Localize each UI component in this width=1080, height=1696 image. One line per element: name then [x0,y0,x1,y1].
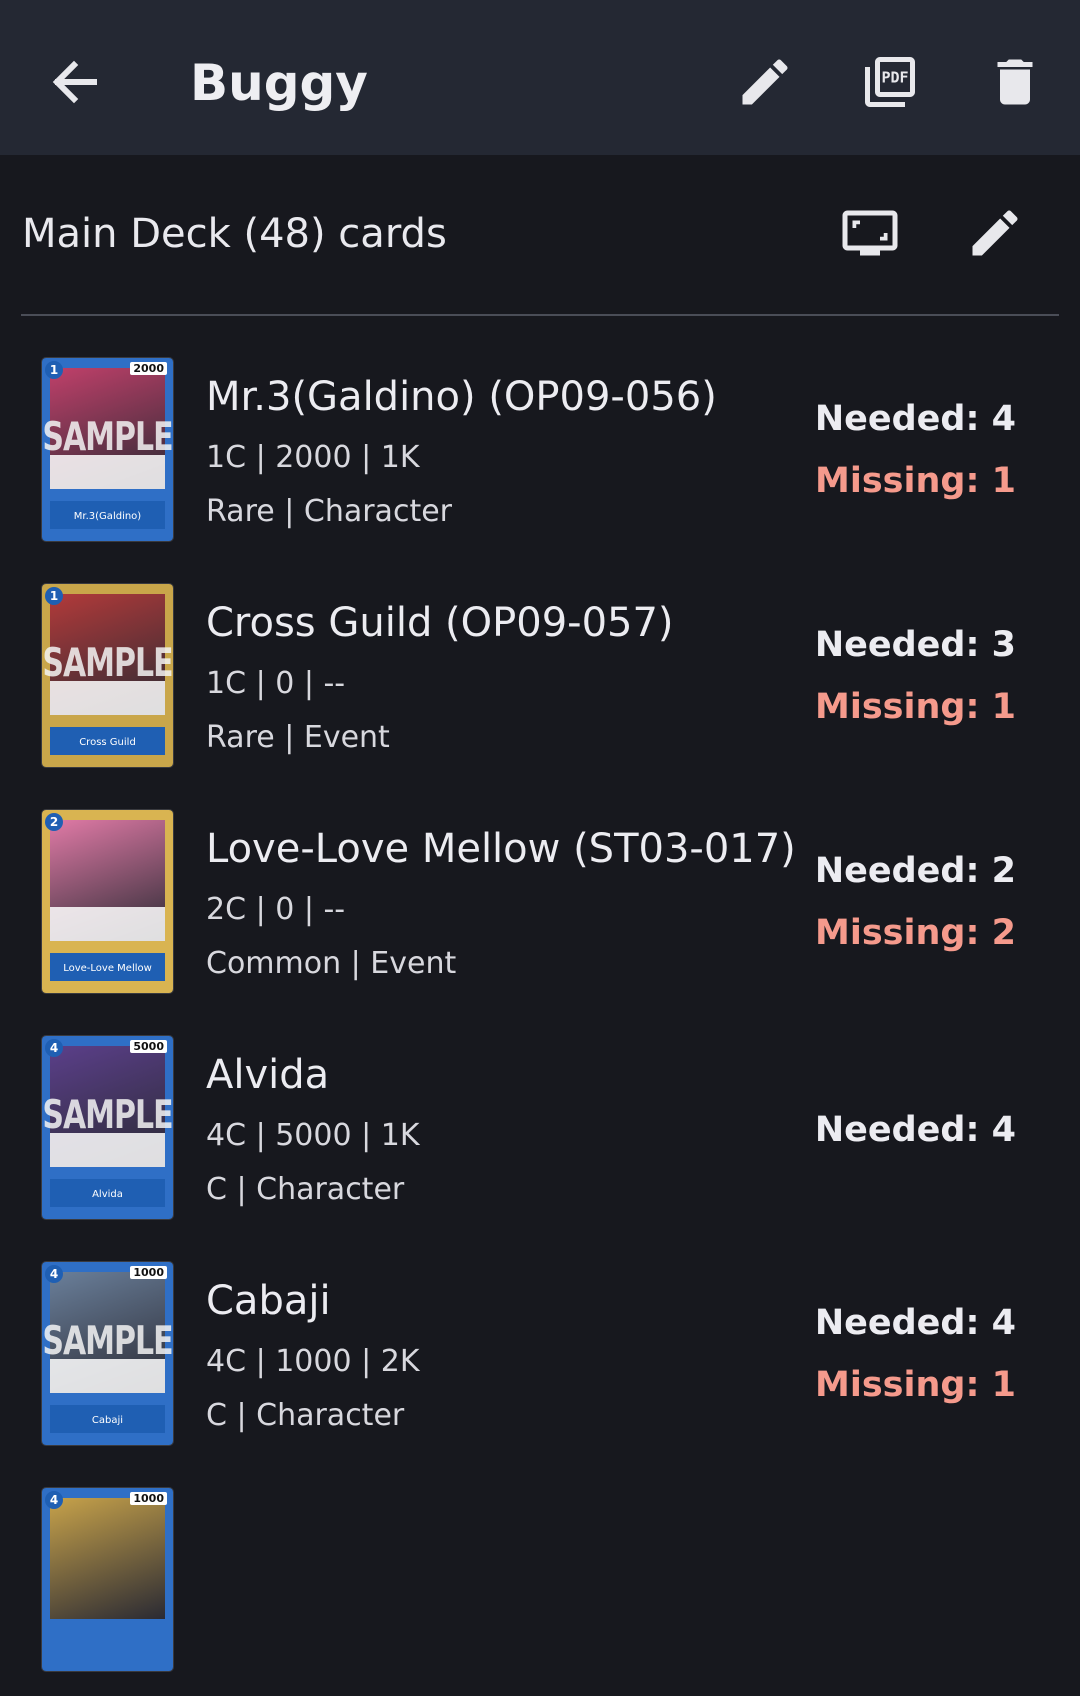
display-icon [842,210,898,256]
missing-count: Missing: 2 [815,913,1016,953]
card-row[interactable]: Mr.3(Galdino) SAMPLE 1 2000 Mr.3(Galdino… [0,340,1080,566]
card-type: Rare | Character [206,494,452,529]
card-thumbnail: Alvida SAMPLE 4 5000 [42,1036,173,1219]
svg-text:PDF: PDF [881,69,908,87]
card-thumbnail: Cabaji SAMPLE 4 1000 [42,1262,173,1445]
card-name: Mr.3(Galdino) (OP09-056) [206,374,717,420]
card-row[interactable]: Alvida SAMPLE 4 5000 Alvida 4C | 5000 | … [0,1018,1080,1244]
card-name: Cross Guild (OP09-057) [206,600,674,646]
back-button[interactable] [46,52,102,112]
needed-count: Needed: 4 [814,1110,1016,1150]
card-type: C | Character [206,1172,405,1207]
card-type: Rare | Event [206,720,390,755]
card-name: Cabaji [206,1278,331,1324]
card-row[interactable]: 4 1000 [0,1470,1080,1696]
arrow-back-icon [52,60,97,104]
card-name: Alvida [206,1052,330,1098]
card-stats: 2C | 0 | -- [206,892,346,927]
card-cost-badge: 2 [45,813,63,831]
pencil-icon [972,210,1018,256]
display-mode-button[interactable] [840,203,900,263]
card-stats: 1C | 0 | -- [206,666,346,701]
edit-deck-button[interactable] [735,52,795,112]
sample-watermark: SAMPLE [42,1092,173,1139]
needed-count: Needed: 3 [814,625,1016,665]
sample-watermark: SAMPLE [42,414,173,461]
card-thumbnail: Mr.3(Galdino) SAMPLE 1 2000 [42,358,173,541]
card-type: C | Character [206,1398,405,1433]
card-thumbnail: Love-Love Mellow 2 [42,810,173,993]
card-name: Love-Love Mellow (ST03-017) [206,826,796,872]
card-nameplate: Cross Guild [50,727,165,755]
card-cost-badge: 1 [45,587,63,605]
card-thumbnail: 4 1000 [42,1488,173,1671]
card-cost-badge: 4 [45,1491,63,1509]
card-art [50,1498,165,1619]
needed-count: Needed: 2 [814,851,1016,891]
card-stats: 4C | 1000 | 2K [206,1344,420,1379]
card-row[interactable]: Cabaji SAMPLE 4 1000 Cabaji 4C | 1000 | … [0,1244,1080,1470]
needed-count: Needed: 4 [814,399,1016,439]
card-cost-badge: 4 [45,1265,63,1283]
missing-count: Missing: 1 [815,461,1016,501]
card-row[interactable]: Cross Guild SAMPLE 1 Cross Guild (OP09-0… [0,566,1080,792]
needed-count: Needed: 4 [814,1303,1016,1343]
card-row[interactable]: Love-Love Mellow 2 Love-Love Mellow (ST0… [0,792,1080,1018]
main-deck-header: Main Deck (48) cards [0,155,1080,315]
card-cost-badge: 1 [45,361,63,379]
missing-count: Missing: 1 [815,687,1016,727]
card-thumbnail: Cross Guild SAMPLE 1 [42,584,173,767]
app-bar: Buggy PDF [0,0,1080,155]
missing-count: Missing: 1 [815,1365,1016,1405]
sample-watermark: SAMPLE [42,1318,173,1365]
card-power-badge: 5000 [130,1040,167,1053]
card-stats: 1C | 2000 | 1K [206,440,420,475]
card-nameplate: Alvida [50,1179,165,1207]
card-stats: 4C | 5000 | 1K [206,1118,420,1153]
pdf-icon: PDF [865,57,915,107]
delete-deck-button[interactable] [985,52,1045,112]
card-nameplate: Mr.3(Galdino) [50,501,165,529]
card-power-badge: 1000 [130,1266,167,1279]
card-cost-badge: 4 [45,1039,63,1057]
edit-section-button[interactable] [965,203,1025,263]
card-power-badge: 1000 [130,1492,167,1505]
section-divider [21,314,1059,316]
card-power-badge: 2000 [130,362,167,375]
trash-icon [997,59,1033,105]
section-title: Main Deck (48) cards [22,211,447,257]
export-pdf-button[interactable]: PDF [860,52,920,112]
card-nameplate: Cabaji [50,1405,165,1433]
sample-watermark: SAMPLE [42,640,173,687]
page-title: Buggy [190,54,368,112]
card-type: Common | Event [206,946,457,981]
card-list: Mr.3(Galdino) SAMPLE 1 2000 Mr.3(Galdino… [0,340,1080,1696]
card-textbox [50,907,165,941]
pencil-icon [742,59,788,105]
card-nameplate: Love-Love Mellow [50,953,165,981]
